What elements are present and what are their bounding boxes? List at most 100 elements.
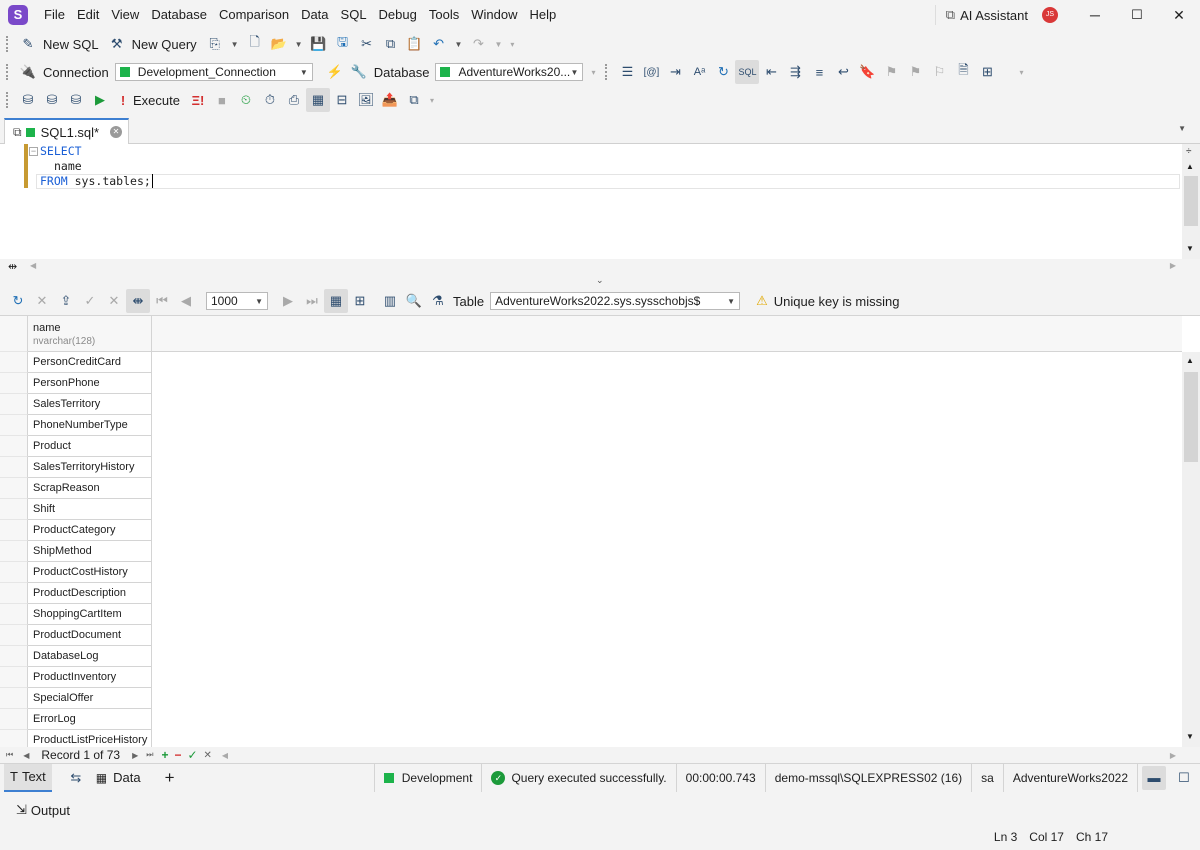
table-row-cell[interactable]: SalesTerritoryHistory [28, 457, 152, 478]
menu-data[interactable]: Data [295, 0, 334, 30]
row-header[interactable] [0, 646, 28, 667]
fetch-icon[interactable]: ⇼ [126, 289, 150, 313]
open-folder-icon[interactable]: 📂 [267, 32, 291, 56]
row-header[interactable] [0, 352, 28, 373]
diagram-icon[interactable]: ⊟ [330, 88, 354, 112]
comment-icon[interactable]: ⇤ [759, 60, 783, 84]
connection-select[interactable]: Development_Connection ▼ [114, 63, 313, 81]
menu-window[interactable]: Window [465, 0, 523, 30]
row-header[interactable] [0, 499, 28, 520]
avatar[interactable]: JS [1042, 7, 1058, 23]
connection-plug-icon[interactable]: 🔌 [16, 60, 40, 84]
split-horizontal-icon[interactable]: ⇹ [8, 260, 17, 273]
tabs-dropdown-icon[interactable]: ▼ [1178, 124, 1186, 133]
data-view-tab[interactable]: ▦ Data [96, 770, 141, 785]
database-select[interactable]: AdventureWorks20... ▼ [435, 63, 584, 81]
export-icon[interactable]: 📤 [378, 88, 402, 112]
row-header[interactable] [0, 667, 28, 688]
swap-icon[interactable]: ⇆ [64, 766, 88, 790]
bookmark-next-icon[interactable]: ⚑ [903, 60, 927, 84]
panel-bottom-icon[interactable]: ▬ [1142, 765, 1166, 790]
run-icon[interactable]: ▶ [88, 88, 112, 112]
previous-record-icon[interactable]: ◀ [23, 751, 29, 760]
document-icon[interactable]: 🗎 [951, 60, 975, 84]
row-header[interactable] [0, 478, 28, 499]
post-record-icon[interactable]: ✓ [187, 748, 197, 762]
menu-help[interactable]: Help [523, 0, 562, 30]
case-icon[interactable]: Aᵃ [687, 60, 711, 84]
row-header[interactable] [0, 709, 28, 730]
disconnect-icon[interactable]: ⚡ [323, 60, 347, 84]
database-plug-icon[interactable]: 🔧 [347, 60, 371, 84]
table-row-cell[interactable]: ProductCategory [28, 520, 152, 541]
grid-view-icon[interactable]: ▦ [324, 289, 348, 313]
bookmark-icon[interactable]: 🔖 [855, 60, 879, 84]
redo-dropdown-icon[interactable]: ▼ [494, 40, 502, 49]
row-header[interactable] [0, 562, 28, 583]
columns-icon[interactable]: ▥ [378, 289, 402, 313]
ai-assistant-button[interactable]: ⧉ AI Assistant JS [946, 7, 1058, 23]
collapse-icon[interactable]: − [29, 147, 38, 156]
chart-icon[interactable]: 🖼 [354, 88, 378, 112]
delete-record-icon[interactable]: − [174, 748, 181, 762]
menu-edit[interactable]: Edit [71, 0, 105, 30]
close-icon[interactable]: ✕ [1158, 7, 1200, 24]
menu-file[interactable]: File [38, 0, 71, 30]
sql-icon[interactable]: SQL [735, 60, 760, 84]
row-header[interactable] [0, 415, 28, 436]
menu-database[interactable]: Database [145, 0, 213, 30]
table-row-cell[interactable]: ProductCostHistory [28, 562, 152, 583]
layout-icon[interactable]: ⊞ [975, 60, 999, 84]
refresh-icon[interactable]: ↻ [711, 60, 735, 84]
table-row-cell[interactable]: SalesTerritory [28, 394, 152, 415]
next-record-icon[interactable]: ▶ [132, 751, 138, 760]
format-icon[interactable]: ☰ [615, 60, 639, 84]
new-file-dropdown-icon[interactable]: ▼ [231, 40, 239, 49]
row-header[interactable] [0, 604, 28, 625]
database-icon[interactable]: ⛁ [16, 88, 40, 112]
database-add-icon[interactable]: ⛁ [40, 88, 64, 112]
first-record-icon[interactable]: ⏮ [6, 750, 13, 760]
editor-scroll-thumb[interactable] [1184, 176, 1198, 226]
profiler-icon[interactable]: ⏱ [258, 88, 282, 112]
wrap-icon[interactable]: ↩ [831, 60, 855, 84]
hscroll-right-icon[interactable]: ▶ [1170, 751, 1176, 760]
table-row-cell[interactable]: PhoneNumberType [28, 415, 152, 436]
open-dropdown-icon[interactable]: ▼ [295, 40, 303, 49]
panel-float-icon[interactable]: ☐ [1172, 766, 1196, 790]
stop-icon[interactable]: ■ [210, 88, 234, 112]
table-row-cell[interactable]: PersonPhone [28, 373, 152, 394]
history-icon[interactable]: ⏲ [234, 88, 258, 112]
menu-comparison[interactable]: Comparison [213, 0, 295, 30]
plan-icon[interactable]: ⎙ [282, 88, 306, 112]
row-header[interactable] [0, 541, 28, 562]
row-header[interactable] [0, 373, 28, 394]
discard-icon[interactable]: ✕ [102, 289, 126, 313]
save-icon[interactable]: 💾 [307, 32, 331, 56]
paste-icon[interactable]: 📋 [403, 32, 427, 56]
menu-sql[interactable]: SQL [335, 0, 373, 30]
next-page-icon[interactable]: ▶ [276, 289, 300, 313]
uncomment-icon[interactable]: ⇶ [783, 60, 807, 84]
table-row-cell[interactable]: SpecialOffer [28, 688, 152, 709]
maximize-icon[interactable]: ☐ [1116, 7, 1158, 23]
table-row-cell[interactable]: ShoppingCartItem [28, 604, 152, 625]
table-row-cell[interactable]: Product [28, 436, 152, 457]
table-row-cell[interactable]: DatabaseLog [28, 646, 152, 667]
hscroll-left-icon[interactable]: ◀ [222, 751, 228, 760]
split-icon[interactable]: ÷ [1186, 146, 1192, 157]
align-icon[interactable]: ≡ [807, 60, 831, 84]
page-size-select[interactable]: 1000 ▼ [206, 292, 268, 310]
output-panel-tab[interactable]: ⇲ Output [0, 797, 1200, 823]
table-row-cell[interactable]: PersonCreditCard [28, 352, 152, 373]
scroll-right-icon[interactable]: ▶ [1170, 261, 1176, 270]
refresh-results-icon[interactable]: ↻ [6, 289, 30, 313]
first-page-icon[interactable]: ⏮ [150, 289, 174, 313]
execute-current-icon[interactable]: Ξ! [186, 88, 210, 112]
redo-icon[interactable]: ↷ [466, 32, 490, 56]
text-view-tab[interactable]: T Text [4, 763, 52, 792]
apply-icon[interactable]: ✓ [78, 289, 102, 313]
filter-icon[interactable]: ⚗ [426, 289, 450, 313]
editor-hscroll[interactable]: ⇹ ◀ ▶ [0, 259, 1200, 275]
toolbar-overflow-icon[interactable]: ▾ [430, 96, 434, 105]
